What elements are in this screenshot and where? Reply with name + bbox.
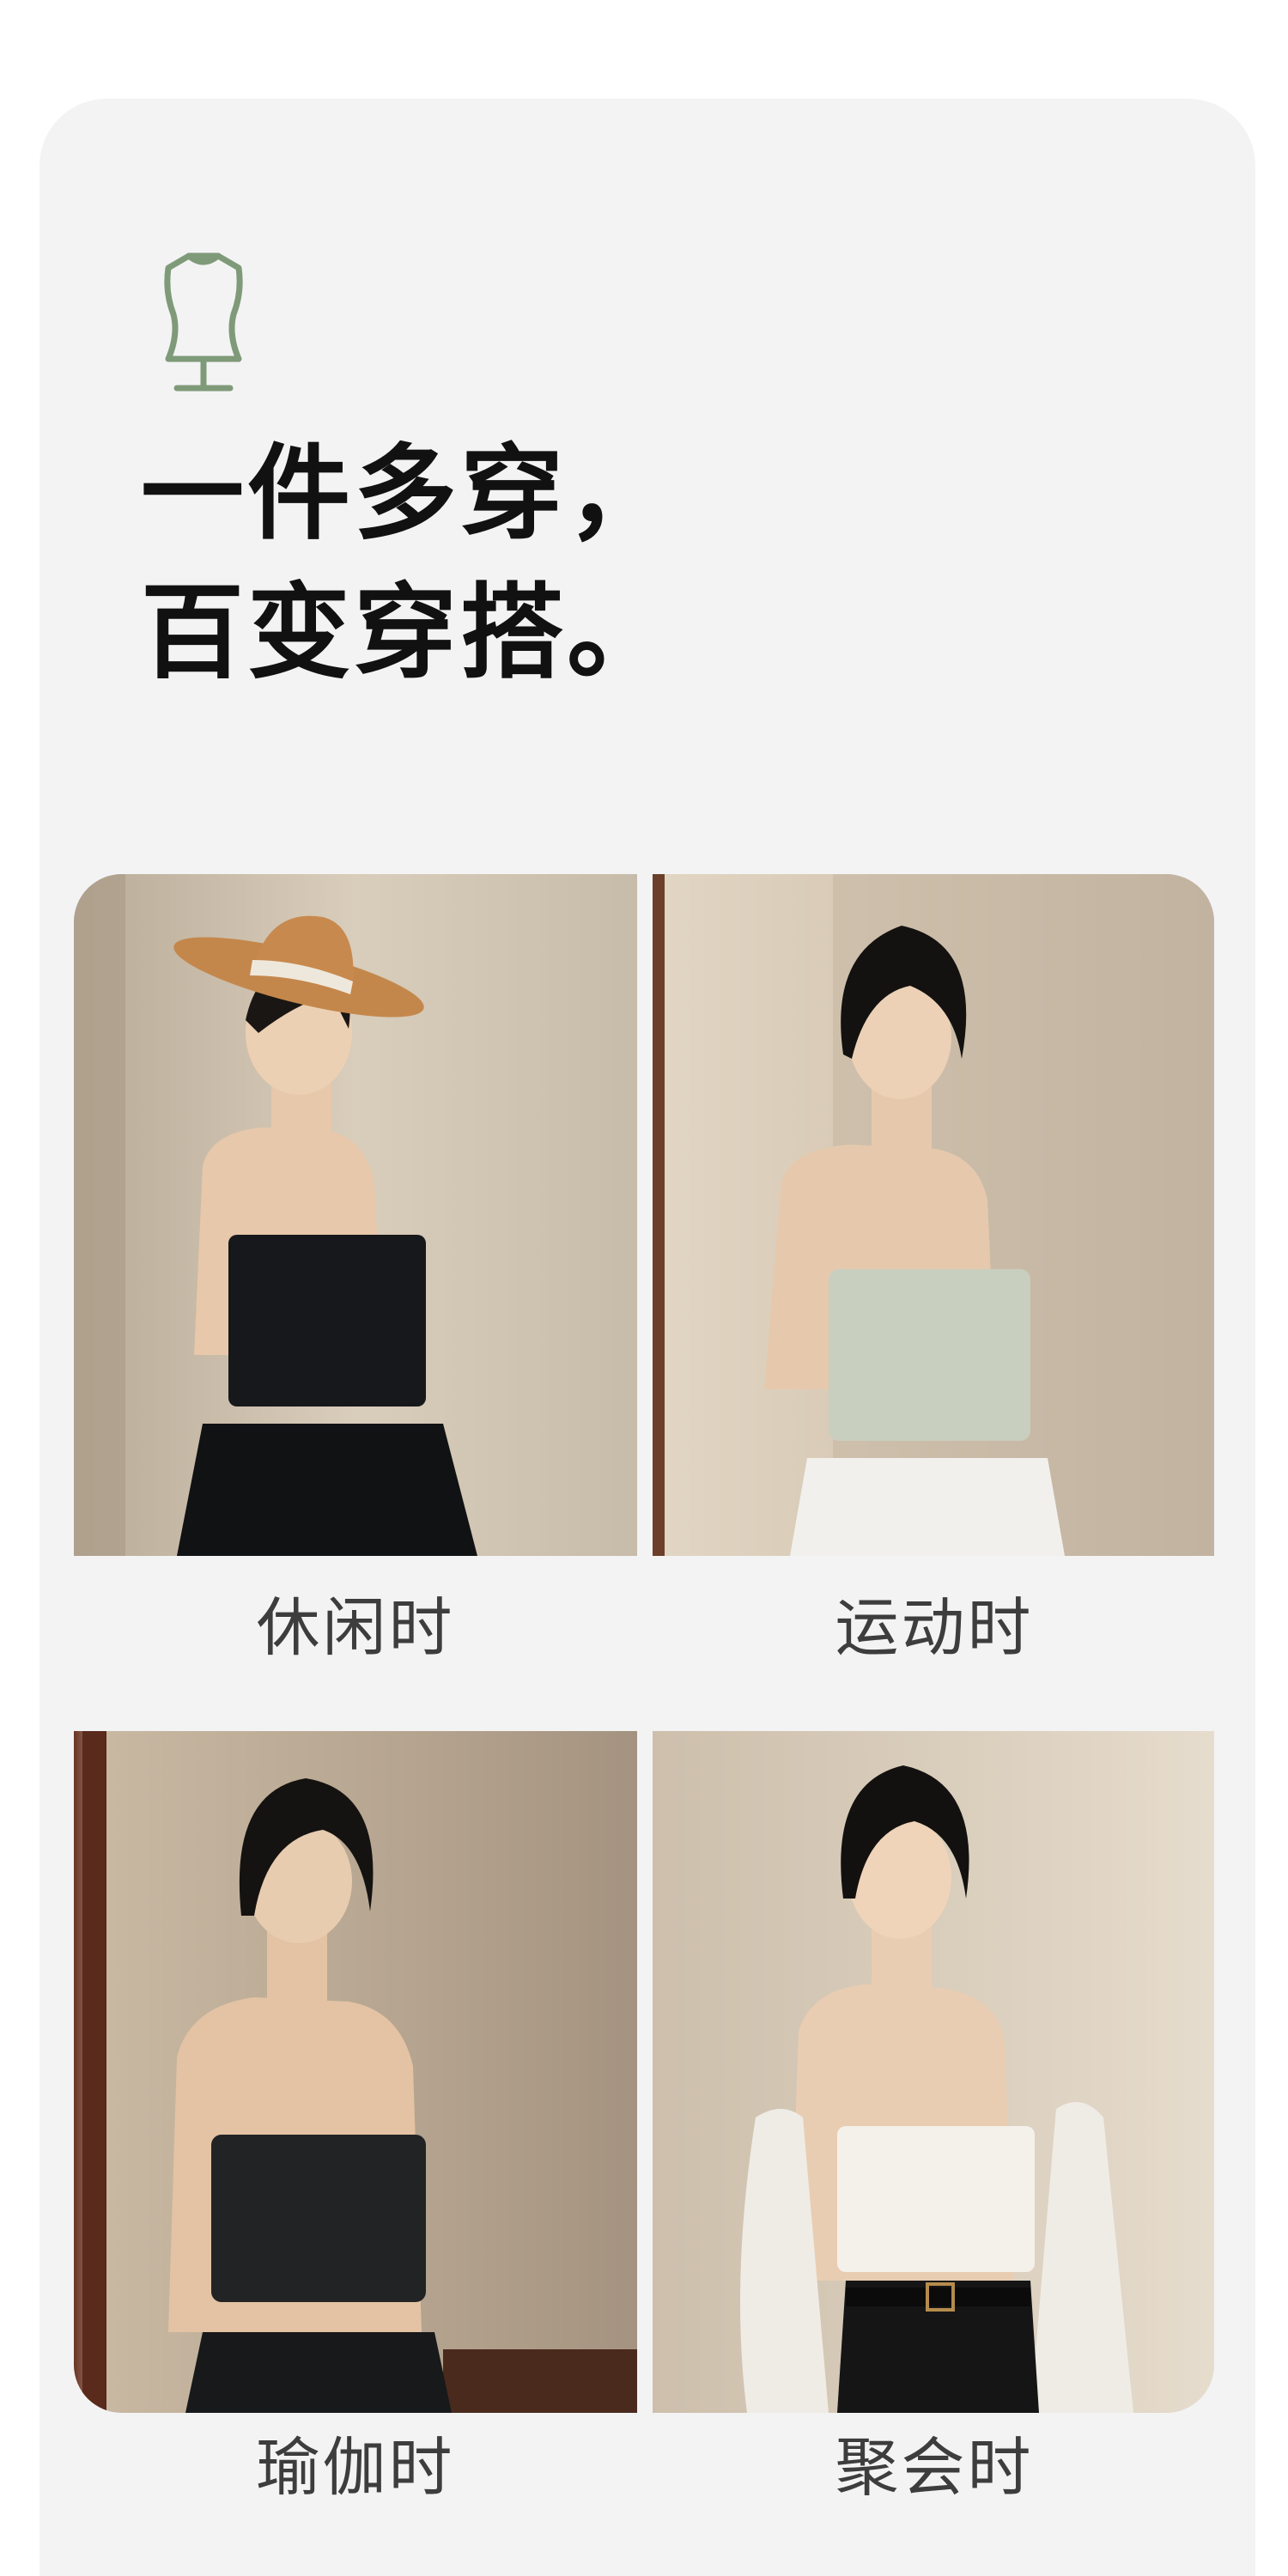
photo-casual-look [74, 874, 637, 1556]
caption-sport: 运动时 [835, 1591, 1034, 1665]
caption-party: 聚会时 [835, 2431, 1034, 2505]
photo-sport-look [653, 874, 1214, 1556]
headline-line-2: 百变穿搭。 [141, 574, 673, 693]
mannequin-icon [164, 252, 243, 392]
headline: 一件多穿， 百变穿搭。 [141, 425, 673, 703]
photo-yoga-look [74, 1731, 637, 2413]
caption-yoga: 瑜伽时 [256, 2431, 455, 2505]
caption-casual: 休闲时 [256, 1591, 455, 1665]
photo-party-look [653, 1731, 1214, 2413]
headline-line-1: 一件多穿， [141, 434, 673, 554]
